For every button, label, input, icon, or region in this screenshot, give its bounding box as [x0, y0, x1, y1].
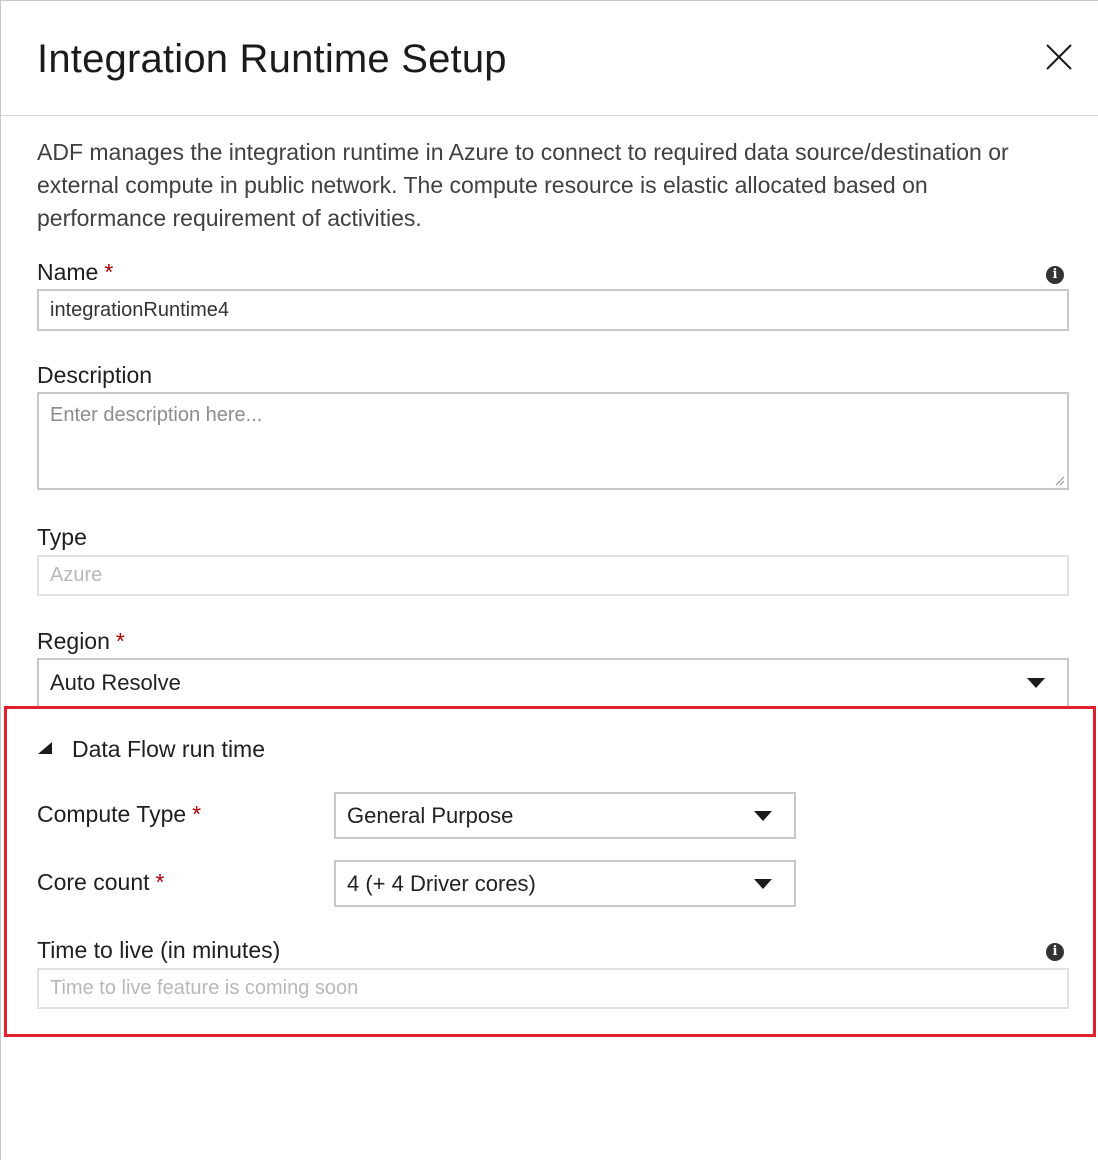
chevron-down-icon — [1027, 678, 1045, 688]
name-input-value: integrationRuntime4 — [50, 298, 229, 321]
core-count-label-text: Core count — [37, 869, 150, 895]
info-icon[interactable]: i — [1046, 266, 1064, 284]
info-icon[interactable]: i — [1046, 943, 1064, 961]
panel-title: Integration Runtime Setup — [37, 37, 507, 81]
resize-grip-icon[interactable] — [1053, 474, 1065, 486]
core-count-selected-value: 4 (+ 4 Driver cores) — [347, 870, 536, 896]
required-mark: * — [115, 628, 125, 654]
data-flow-section-title[interactable]: Data Flow run time — [72, 736, 265, 763]
description-placeholder: Enter description here... — [50, 404, 263, 426]
description-textarea[interactable]: Enter description here... — [37, 392, 1069, 490]
panel-description: ADF manages the integration runtime in A… — [37, 139, 1009, 231]
time-to-live-input: Time to live feature is coming soon — [37, 968, 1069, 1009]
region-selected-value: Auto Resolve — [50, 670, 181, 695]
compute-type-label-text: Compute Type — [37, 801, 187, 827]
close-icon — [1046, 44, 1072, 70]
time-to-live-placeholder: Time to live feature is coming soon — [50, 977, 359, 999]
chevron-down-icon — [754, 810, 772, 821]
region-label: Region * — [37, 628, 125, 655]
panel-header: Integration Runtime Setup — [1, 1, 1098, 116]
compute-type-selected-value: General Purpose — [347, 802, 514, 828]
region-label-text: Region — [37, 628, 110, 654]
close-button[interactable] — [1041, 39, 1077, 75]
name-label-text: Name — [37, 259, 99, 285]
core-count-select[interactable]: 4 (+ 4 Driver cores) — [334, 860, 796, 907]
compute-type-label: Compute Type * — [37, 801, 201, 828]
integration-runtime-panel: Integration Runtime Setup ADF manages th… — [0, 0, 1098, 1160]
required-mark: * — [155, 869, 165, 895]
name-input[interactable]: integrationRuntime4 — [37, 289, 1069, 331]
type-input-value: Azure — [50, 564, 103, 586]
type-label: Type — [37, 524, 87, 550]
time-to-live-label: Time to live (in minutes) — [37, 937, 281, 963]
required-mark: * — [104, 259, 114, 285]
chevron-down-icon — [754, 878, 772, 889]
collapse-triangle-icon[interactable] — [38, 742, 52, 754]
core-count-label: Core count * — [37, 869, 164, 896]
type-input: Azure — [37, 555, 1069, 596]
compute-type-select[interactable]: General Purpose — [334, 792, 796, 839]
region-select[interactable]: Auto Resolve — [37, 658, 1069, 708]
description-label: Description — [37, 362, 153, 388]
name-label: Name * — [37, 259, 113, 286]
required-mark: * — [192, 801, 202, 827]
